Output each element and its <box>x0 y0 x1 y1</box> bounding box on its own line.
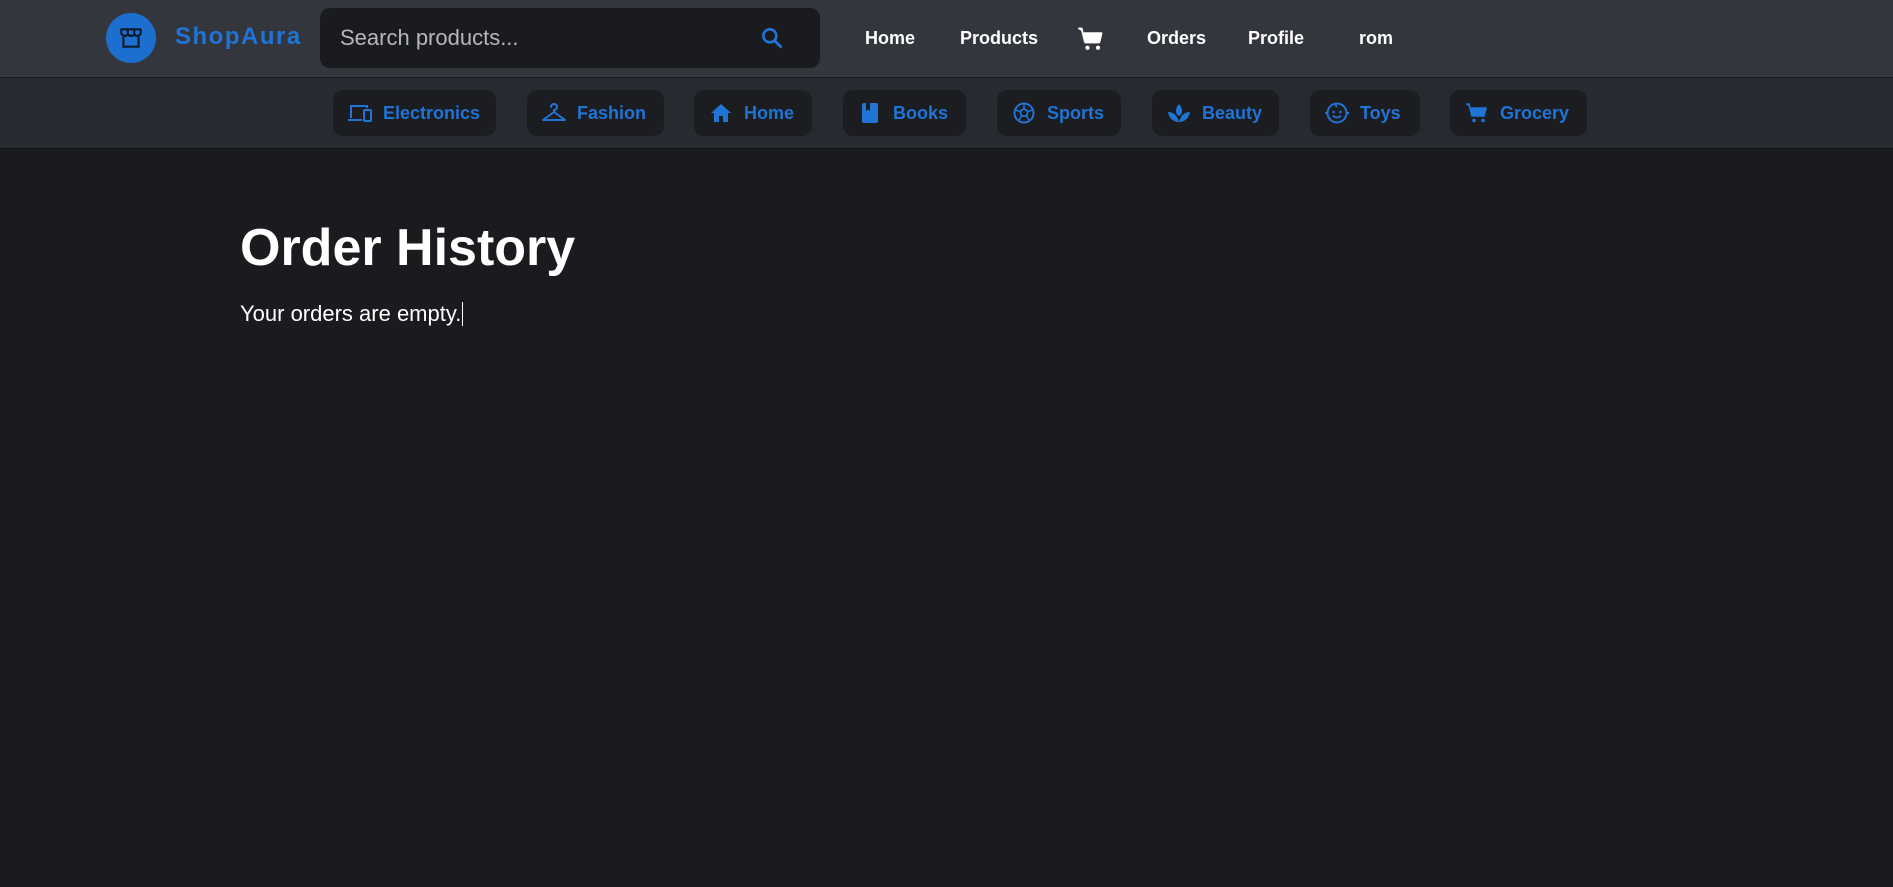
logo[interactable] <box>106 13 156 63</box>
category-electronics[interactable]: Electronics <box>333 90 496 136</box>
category-beauty[interactable]: Beauty <box>1152 90 1279 136</box>
nav-profile-link[interactable]: Profile <box>1248 26 1304 50</box>
nav-home-link[interactable]: Home <box>865 26 915 50</box>
category-fashion[interactable]: Fashion <box>527 90 664 136</box>
search-bar <box>320 8 820 68</box>
child-face-icon <box>1325 102 1349 124</box>
hanger-icon <box>542 103 566 121</box>
nav-cart-button[interactable] <box>1076 24 1106 54</box>
cart-icon <box>1078 27 1103 50</box>
page-title: Order History <box>240 219 576 277</box>
category-toys[interactable]: Toys <box>1310 90 1420 136</box>
cart-icon <box>1466 103 1487 123</box>
category-grocery[interactable]: Grocery <box>1450 90 1587 136</box>
nav-user-link[interactable]: rom <box>1359 26 1393 50</box>
category-label: Electronics <box>383 102 481 123</box>
house-icon <box>711 104 731 122</box>
category-label: Fashion <box>577 102 647 123</box>
nav-orders-link[interactable]: Orders <box>1147 26 1206 50</box>
category-label: Books <box>893 102 949 123</box>
category-label: Grocery <box>1500 102 1570 123</box>
search-input[interactable] <box>340 8 740 68</box>
storefront-icon <box>120 28 142 48</box>
text-caret <box>462 302 464 326</box>
devices-icon <box>348 105 372 122</box>
search-icon <box>762 28 783 49</box>
empty-orders-message: Your orders are empty. <box>240 301 464 327</box>
category-label: Home <box>744 102 795 123</box>
nav-products-link[interactable]: Products <box>960 26 1038 50</box>
top-header: ShopAura Home Products Orders Profile ro… <box>0 0 1893 78</box>
category-label: Beauty <box>1202 102 1263 123</box>
category-books[interactable]: Books <box>843 90 966 136</box>
category-label: Sports <box>1047 102 1105 123</box>
spa-icon <box>1168 104 1190 122</box>
book-icon <box>862 103 878 123</box>
soccer-ball-icon <box>1013 102 1035 124</box>
search-button[interactable] <box>756 22 788 54</box>
category-sports[interactable]: Sports <box>997 90 1121 136</box>
category-label: Toys <box>1360 102 1401 123</box>
category-bar: Electronics Fashion Home Books Sports Be… <box>0 78 1893 149</box>
empty-orders-text: Your orders are empty. <box>240 301 462 326</box>
category-home[interactable]: Home <box>694 90 812 136</box>
brand-name[interactable]: ShopAura <box>175 23 302 51</box>
